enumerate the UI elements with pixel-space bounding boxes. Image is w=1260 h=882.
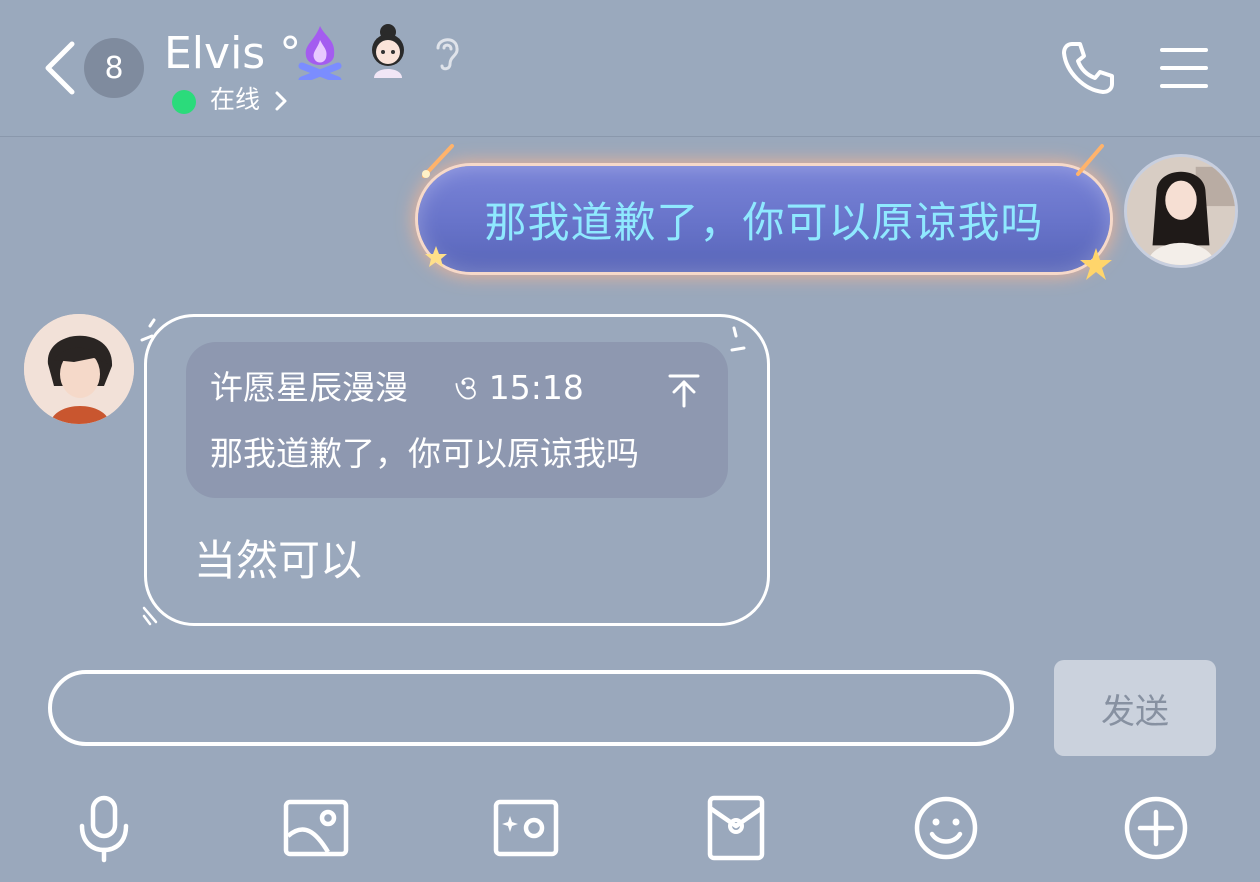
quoted-sender: 许愿星辰漫漫	[210, 368, 408, 407]
red-envelope-icon[interactable]	[700, 792, 772, 864]
quoted-time: ও 15:18	[454, 368, 584, 407]
plus-icon[interactable]	[1120, 792, 1192, 864]
message-input[interactable]	[48, 670, 1014, 746]
jump-to-message-icon[interactable]	[666, 370, 702, 410]
star-decoration-icon	[1062, 246, 1122, 286]
microphone-icon[interactable]	[68, 792, 140, 864]
quoted-text: 那我道歉了，你可以原谅我吗	[210, 434, 639, 473]
meteor-decoration-icon	[1068, 140, 1128, 180]
star-decoration-icon	[420, 240, 480, 280]
sparkle-decoration-icon	[726, 318, 766, 358]
contact-avatar[interactable]	[24, 314, 134, 424]
incoming-message-text: 当然可以	[194, 536, 363, 585]
send-button[interactable]: 发送	[1054, 660, 1216, 756]
avatar-badge-icon[interactable]	[364, 20, 412, 78]
outgoing-message-text: 那我道歉了，你可以原谅我吗	[484, 197, 1044, 247]
image-icon[interactable]	[280, 792, 352, 864]
outgoing-message-bubble[interactable]: 那我道歉了，你可以原谅我吗	[418, 166, 1110, 272]
contact-name[interactable]: Elvis °	[164, 26, 301, 82]
sparkle-decoration-icon	[142, 598, 166, 626]
camera-icon[interactable]	[490, 792, 562, 864]
chevron-right-icon[interactable]	[272, 88, 290, 114]
chevron-left-icon[interactable]	[38, 38, 82, 98]
online-indicator	[172, 90, 196, 114]
menu-icon[interactable]	[1160, 46, 1208, 90]
unread-count-badge[interactable]: 8	[84, 38, 144, 98]
phone-icon[interactable]	[1058, 38, 1118, 98]
meteor-decoration-icon	[418, 142, 478, 182]
online-status[interactable]: 在线	[210, 82, 260, 118]
emoji-icon[interactable]	[910, 792, 982, 864]
my-avatar[interactable]	[1124, 154, 1238, 268]
ear-icon[interactable]	[430, 32, 464, 72]
sparkle-decoration-icon	[138, 318, 168, 348]
flame-badge-icon[interactable]	[296, 22, 344, 84]
